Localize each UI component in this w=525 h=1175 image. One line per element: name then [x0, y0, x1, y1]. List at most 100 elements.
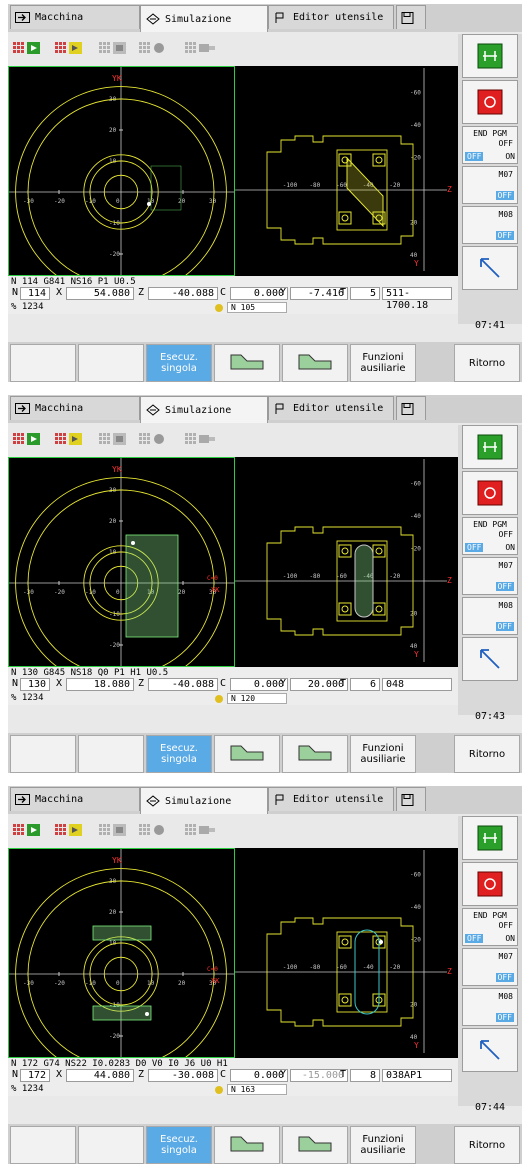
m07-coolant-toggle[interactable]: M07 OFF — [462, 948, 518, 986]
face-view-canvas[interactable]: -30-20-100102030302010-10-20-30-40YK — [8, 66, 235, 320]
xk-axis-label: XK — [211, 586, 220, 594]
back-button[interactable]: Ritorno — [454, 1126, 520, 1164]
view-tool-icon[interactable] — [184, 429, 216, 449]
m08-label: M08 — [498, 210, 513, 219]
softkey-empty-1[interactable] — [10, 735, 76, 773]
softkey-tool-graphic[interactable] — [214, 344, 280, 382]
tab-tool-editor[interactable]: Editor utensile — [268, 5, 394, 29]
softkey-empty-2[interactable] — [78, 735, 144, 773]
m08-off-state: OFF — [495, 622, 514, 631]
m07-label: M07 — [498, 170, 513, 179]
cycle-start-button[interactable] — [462, 816, 518, 860]
status-bar: N 114 G841 NS16 P1 U0.5 N 114 X 54.080 Z -40.0… — [8, 276, 458, 314]
side-view-canvas[interactable]: -100-80-60-40-20-60-40-20204060ZY — [235, 848, 458, 1074]
auxiliary-functions-button[interactable]: Funzioni ausiliarie — [350, 344, 416, 382]
m08-coolant-toggle[interactable]: M08 OFF — [462, 206, 518, 244]
cycle-start-button[interactable] — [462, 425, 518, 469]
axis-label-z: Z — [137, 1069, 145, 1080]
save-tab[interactable] — [396, 5, 426, 29]
view-play-icon[interactable] — [12, 38, 44, 58]
tick-label: -40 — [410, 904, 421, 911]
cycle-start-button[interactable] — [462, 34, 518, 78]
tick-label: -60 — [336, 182, 347, 189]
m08-coolant-toggle[interactable]: M08 OFF — [462, 988, 518, 1026]
y-axis-label: Y — [414, 1041, 419, 1050]
softkey-label: Ritorno — [468, 357, 506, 369]
tick-label: 20 — [109, 518, 117, 525]
save-tab[interactable] — [396, 396, 426, 420]
cycle-stop-button[interactable] — [462, 862, 518, 906]
view-tool-icon[interactable] — [184, 820, 216, 840]
softkey-empty-2[interactable] — [78, 1126, 144, 1164]
view-play-icon[interactable] — [12, 820, 44, 840]
tab-tool-editor[interactable]: Editor utensile — [268, 787, 394, 811]
softkey-tool-graphic[interactable] — [214, 735, 280, 773]
tick-label: 20 — [109, 127, 117, 134]
m07-coolant-toggle[interactable]: M07 OFF — [462, 166, 518, 204]
tab-simulation[interactable]: Simulazione — [140, 5, 268, 32]
stop-icon — [477, 871, 503, 897]
auxiliary-functions-button[interactable]: Funzioni ausiliarie — [350, 735, 416, 773]
start-icon — [477, 825, 503, 851]
end-pgm-toggle[interactable]: END PGM OFF OFF ON — [462, 908, 518, 946]
side-view-canvas[interactable]: -100-80-60-40-20-60-40-20204060ZY — [235, 66, 458, 292]
softkey-contour-graphic[interactable] — [282, 344, 348, 382]
single-block-button[interactable]: Esecuz. singola — [146, 344, 212, 382]
tick-label: -100 — [283, 573, 298, 580]
save-tab[interactable] — [396, 787, 426, 811]
yk-axis-label: YK — [112, 74, 122, 83]
cycle-stop-button[interactable] — [462, 80, 518, 124]
view-play-icon[interactable] — [12, 429, 44, 449]
tab-tool-editor[interactable]: Editor utensile — [268, 396, 394, 420]
view-3d-icon[interactable] — [138, 38, 170, 58]
feed-override-button[interactable] — [462, 637, 518, 681]
axis-label-x: X — [55, 287, 63, 298]
tab-machine[interactable]: Macchina — [10, 396, 140, 420]
view-grid-icon[interactable] — [98, 820, 130, 840]
tab-machine[interactable]: Macchina — [10, 787, 140, 811]
tick-label: -20 — [109, 251, 120, 258]
softkey-empty-1[interactable] — [10, 344, 76, 382]
feed-override-button[interactable] — [462, 246, 518, 290]
feed-override-button[interactable] — [462, 1028, 518, 1072]
single-block-button[interactable]: Esecuz. singola — [146, 1126, 212, 1164]
softkey-label: Esecuz. singola — [160, 1134, 198, 1156]
value-t: 5 — [350, 287, 380, 300]
tab-simulation[interactable]: Simulazione — [140, 396, 268, 423]
end-pgm-toggle[interactable]: END PGM OFF OFF ON — [462, 517, 518, 555]
view-step-icon[interactable] — [54, 820, 86, 840]
view-3d-icon[interactable] — [138, 429, 170, 449]
softkey-tool-graphic[interactable] — [214, 1126, 280, 1164]
view-toolbar — [8, 425, 458, 455]
view-grid-icon[interactable] — [98, 429, 130, 449]
tick-label: 0 — [116, 198, 120, 205]
softkey-empty-1[interactable] — [10, 1126, 76, 1164]
cycle-stop-button[interactable] — [462, 471, 518, 515]
single-block-button[interactable]: Esecuz. singola — [146, 735, 212, 773]
side-view-canvas[interactable]: -100-80-60-40-20-60-40-20204060ZY — [235, 457, 458, 683]
face-view-canvas[interactable]: -30-20-100102030302010-10-20-30-40YKC=0X… — [8, 848, 235, 1102]
end-pgm-toggle[interactable]: END PGM OFF OFF ON — [462, 126, 518, 164]
tick-label: -20 — [389, 573, 400, 580]
tick-label: -40 — [363, 964, 374, 971]
view-3d-icon[interactable] — [138, 820, 170, 840]
softkey-empty-2[interactable] — [78, 344, 144, 382]
tab-simulation[interactable]: Simulazione — [140, 787, 268, 814]
back-button[interactable]: Ritorno — [454, 344, 520, 382]
tab-machine[interactable]: Macchina — [10, 5, 140, 29]
z-axis-label: Z — [447, 185, 452, 194]
m07-coolant-toggle[interactable]: M07 OFF — [462, 557, 518, 595]
softkey-contour-graphic[interactable] — [282, 1126, 348, 1164]
tick-label: -60 — [410, 89, 421, 96]
softkey-contour-graphic[interactable] — [282, 735, 348, 773]
tool-id: 048 — [382, 678, 452, 691]
view-grid-icon[interactable] — [98, 38, 130, 58]
tick-label: -40 — [410, 513, 421, 520]
view-tool-icon[interactable] — [184, 38, 216, 58]
back-button[interactable]: Ritorno — [454, 735, 520, 773]
face-view-canvas[interactable]: -30-20-100102030302010-10-20-30-40YKC=0X… — [8, 457, 235, 711]
m08-coolant-toggle[interactable]: M08 OFF — [462, 597, 518, 635]
view-step-icon[interactable] — [54, 38, 86, 58]
view-step-icon[interactable] — [54, 429, 86, 449]
auxiliary-functions-button[interactable]: Funzioni ausiliarie — [350, 1126, 416, 1164]
